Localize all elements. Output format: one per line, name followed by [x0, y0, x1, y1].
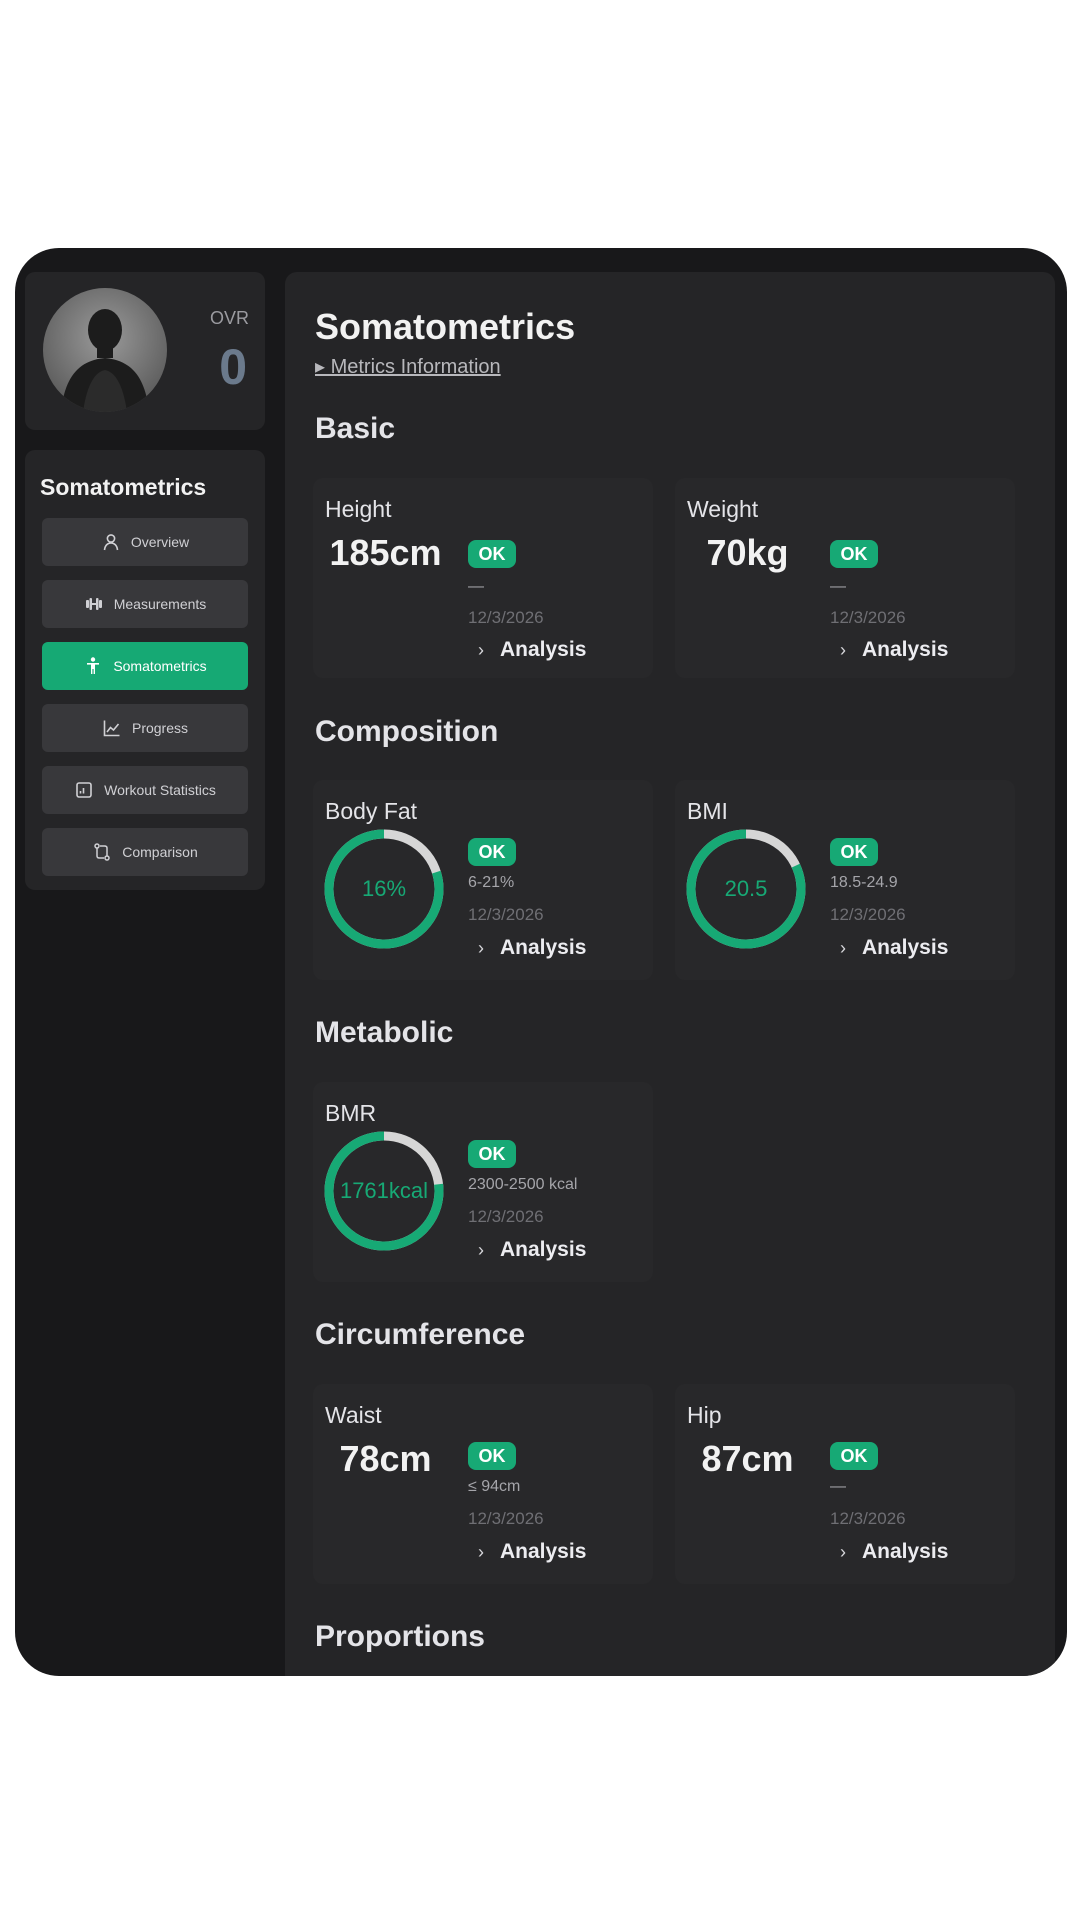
- date-text: 12/3/2026: [468, 608, 544, 627]
- analysis-label: Analysis: [500, 1238, 587, 1261]
- range-text: 2300-2500 kcal: [468, 1176, 578, 1193]
- page-title: Somatometrics: [315, 306, 576, 347]
- metric-value: 78cm: [339, 1438, 432, 1479]
- metric-name: Hip: [687, 1402, 722, 1428]
- sidebar-item-label: Measurements: [113, 596, 207, 612]
- date-text: 12/3/2026: [830, 608, 906, 627]
- sidebar-title: Somatometrics: [40, 474, 207, 500]
- chevron-right-icon: ›: [478, 937, 484, 958]
- section-title-metabolic: Metabolic: [315, 1016, 454, 1049]
- ring-value: 16%: [361, 876, 407, 901]
- analysis-label: Analysis: [500, 1540, 587, 1563]
- metric-name: Body Fat: [325, 798, 418, 824]
- sidebar-item-label: Overview: [130, 534, 190, 550]
- body-icon: [87, 657, 100, 674]
- chevron-right-icon: ›: [840, 937, 846, 958]
- metric-name: Weight: [687, 496, 759, 522]
- sidebar-item-measurements[interactable]: Measurements: [42, 580, 248, 628]
- analysis-label: Analysis: [862, 1540, 949, 1563]
- ovr-label: OVR: [209, 308, 249, 328]
- analysis-button[interactable]: › Analysis: [478, 1540, 586, 1564]
- line-chart-icon: [103, 720, 120, 737]
- analysis-button[interactable]: › Analysis: [478, 638, 586, 662]
- sidebar-item-workout-statistics[interactable]: Workout Statistics: [42, 766, 248, 814]
- date-text: 12/3/2026: [468, 1207, 544, 1226]
- range-text: —: [830, 1478, 846, 1495]
- metric-name: Height: [325, 496, 392, 522]
- status-badge: OK: [830, 1442, 878, 1470]
- stats-icon: [76, 782, 92, 798]
- metric-card-height: Height 185cm OK — 12/3/2026 › Analysis: [313, 478, 653, 678]
- metric-name: Waist: [325, 1402, 382, 1428]
- chevron-right-icon: ›: [840, 639, 846, 660]
- ovr-value: 0: [219, 339, 247, 395]
- sidebar-nav: Somatometrics Overview Measurements Soma…: [25, 450, 265, 890]
- sidebar-item-somatometrics[interactable]: Somatometrics: [42, 642, 248, 690]
- main-panel: Somatometrics ▸ Metrics Information Basi…: [285, 272, 1055, 1676]
- chevron-right-icon: ›: [840, 1541, 846, 1562]
- sidebar-item-overview[interactable]: Overview: [42, 518, 248, 566]
- date-text: 12/3/2026: [468, 1509, 544, 1528]
- status-badge: OK: [468, 1140, 516, 1168]
- range-text: —: [830, 578, 846, 595]
- app-frame: OVR 0 Somatometrics Overview Measurement…: [15, 248, 1067, 1676]
- ring-value: 20.5: [724, 876, 768, 901]
- date-text: 12/3/2026: [830, 1509, 906, 1528]
- section-title-proportions: Proportions: [315, 1620, 485, 1653]
- analysis-label: Analysis: [862, 936, 949, 959]
- profile-card: OVR 0: [25, 272, 265, 430]
- range-text: —: [468, 578, 484, 595]
- range-text: 6-21%: [468, 874, 515, 891]
- sidebar-item-label: Workout Statistics: [104, 782, 216, 798]
- range-text: 18.5-24.9: [830, 874, 898, 891]
- date-text: 12/3/2026: [468, 905, 544, 924]
- analysis-label: Analysis: [862, 638, 949, 661]
- sidebar-item-label: Comparison: [122, 844, 198, 860]
- ring-value: 1761kcal: [339, 1178, 429, 1203]
- sidebar-item-label: Somatometrics: [113, 658, 207, 674]
- metric-card-weight: Weight 70kg OK — 12/3/2026 › Analysis: [675, 478, 1015, 678]
- chevron-right-icon: ›: [478, 1239, 484, 1260]
- status-badge: OK: [830, 540, 878, 568]
- avatar[interactable]: [43, 288, 167, 412]
- sidebar-item-label: Progress: [131, 720, 189, 736]
- metric-card-bmi: BMI 20.5 OK 18.5-24.9 12/3/2026 › Analys…: [675, 780, 1015, 980]
- status-badge: OK: [468, 1442, 516, 1470]
- chevron-right-icon: ›: [478, 1541, 484, 1562]
- metric-card-waist: Waist 78cm OK ≤ 94cm 12/3/2026 › Analysi…: [313, 1384, 653, 1584]
- analysis-button[interactable]: › Analysis: [840, 638, 948, 662]
- status-badge: OK: [468, 838, 516, 866]
- metric-card-body-fat: Body Fat 16% OK 6-21% 12/3/2026 › Analys…: [313, 780, 653, 980]
- metric-name: BMI: [687, 798, 728, 824]
- compare-icon: [94, 843, 110, 861]
- metric-value: 185cm: [329, 532, 442, 573]
- date-text: 12/3/2026: [830, 905, 906, 924]
- sidebar-item-progress[interactable]: Progress: [42, 704, 248, 752]
- analysis-button[interactable]: › Analysis: [840, 1540, 948, 1564]
- chevron-right-icon: ›: [478, 639, 484, 660]
- analysis-button[interactable]: › Analysis: [478, 1238, 586, 1262]
- analysis-button[interactable]: › Analysis: [478, 936, 586, 960]
- metric-card-hip: Hip 87cm OK — 12/3/2026 › Analysis: [675, 1384, 1015, 1584]
- dumbbell-icon: [85, 598, 102, 610]
- metric-value: 87cm: [701, 1438, 794, 1479]
- status-badge: OK: [468, 540, 516, 568]
- silhouette-icon: [61, 309, 149, 412]
- metric-name: BMR: [325, 1100, 377, 1126]
- metrics-information-link[interactable]: ▸ Metrics Information: [315, 354, 501, 379]
- analysis-button[interactable]: › Analysis: [840, 936, 948, 960]
- metric-value: 70kg: [706, 532, 789, 573]
- analysis-label: Analysis: [500, 936, 587, 959]
- metric-card-bmr: BMR 1761kcal OK 2300-2500 kcal 12/3/2026…: [313, 1082, 653, 1282]
- section-title-circumference: Circumference: [315, 1318, 526, 1351]
- section-title-basic: Basic: [315, 412, 396, 445]
- range-text: ≤ 94cm: [468, 1478, 521, 1495]
- status-badge: OK: [830, 838, 878, 866]
- analysis-label: Analysis: [500, 638, 587, 661]
- person-icon: [103, 534, 119, 551]
- section-title-composition: Composition: [315, 715, 499, 748]
- sidebar-item-comparison[interactable]: Comparison: [42, 828, 248, 876]
